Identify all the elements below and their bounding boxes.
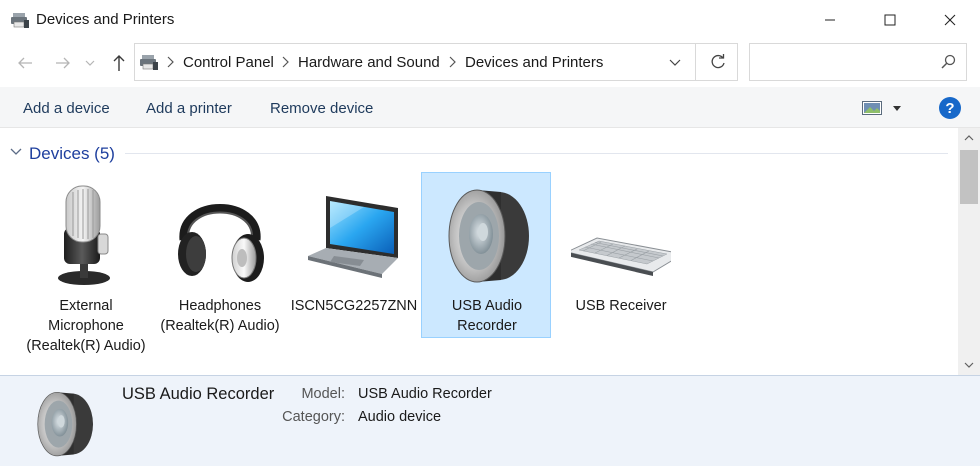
details-model-value: USB Audio Recorder [358, 386, 492, 402]
title-bar: Devices and Printers [0, 0, 980, 40]
devices-printers-icon [11, 13, 29, 28]
device-list-pane: Devices (5) External Microphone (Realtek… [0, 128, 958, 375]
breadcrumb-separator-icon [449, 56, 456, 68]
device-label: USB Receiver [575, 298, 667, 314]
refresh-icon [711, 54, 725, 69]
view-options-dropdown-icon[interactable] [891, 103, 903, 113]
remove-device-button[interactable]: Remove device [270, 100, 373, 117]
device-label: USB Audio Recorder [451, 298, 523, 334]
breadcrumb-hardware-and-sound[interactable]: Hardware and Sound [298, 54, 440, 71]
chevron-down-icon [85, 60, 95, 66]
minimize-button[interactable] [800, 0, 860, 40]
device-external-microphone[interactable]: External Microphone (Realtek(R) Audio) [20, 172, 150, 354]
laptop-icon [308, 196, 398, 278]
address-bar[interactable]: Control Panel Hardware and Sound Devices… [134, 43, 738, 81]
details-model-label: Model: [301, 386, 345, 402]
command-bar: Add a device Add a printer Remove device [0, 87, 980, 128]
group-divider [125, 153, 948, 154]
headphones-icon [178, 204, 264, 282]
minimize-icon [825, 19, 835, 21]
breadcrumb-separator-icon [167, 56, 174, 68]
details-category-label: Category: [282, 409, 345, 425]
speaker-icon [37, 391, 94, 457]
details-category-value: Audio device [358, 409, 442, 425]
help-icon[interactable]: ? [939, 97, 961, 119]
maximize-icon [884, 14, 896, 26]
details-pane: USB Audio Recorder Model: USB Audio Reco… [0, 375, 980, 466]
scroll-up-button[interactable] [958, 128, 980, 148]
navigation-bar: Control Panel Hardware and Sound Devices… [0, 40, 980, 86]
forward-button[interactable] [51, 51, 75, 75]
device-label: ISCN5CG2257ZNN [290, 298, 418, 314]
up-arrow-icon [113, 55, 125, 71]
change-view-icon[interactable] [862, 101, 882, 115]
back-button[interactable] [13, 51, 37, 75]
window-title: Devices and Printers [36, 11, 175, 28]
search-input[interactable] [749, 43, 967, 81]
up-button[interactable] [107, 51, 131, 75]
add-device-button[interactable]: Add a device [23, 100, 110, 117]
address-history-dropdown[interactable] [665, 54, 685, 72]
breadcrumb-devices-and-printers[interactable]: Devices and Printers [465, 54, 603, 71]
device-label: External Microphone (Realtek(R) Audio) [26, 298, 146, 354]
scroll-down-button[interactable] [958, 355, 980, 375]
refresh-button[interactable] [695, 44, 739, 80]
search-icon [941, 54, 956, 69]
chevron-up-icon [964, 135, 974, 141]
group-header[interactable]: Devices (5) [29, 144, 115, 164]
back-arrow-icon [18, 57, 32, 69]
keyboard-icon [571, 237, 671, 276]
recent-locations-button[interactable] [82, 51, 98, 75]
device-label: Headphones (Realtek(R) Audio) [160, 298, 280, 334]
maximize-button[interactable] [860, 0, 920, 40]
close-icon [944, 14, 956, 26]
microphone-icon [58, 185, 110, 285]
device-headphones[interactable]: Headphones (Realtek(R) Audio) [154, 172, 284, 338]
device-usb-receiver[interactable]: USB Receiver [555, 172, 685, 338]
scroll-thumb[interactable] [960, 150, 978, 204]
device-laptop[interactable]: ISCN5CG2257ZNN [288, 172, 418, 338]
speaker-icon [448, 189, 529, 283]
close-button[interactable] [920, 0, 980, 40]
add-printer-button[interactable]: Add a printer [146, 100, 232, 117]
chevron-down-icon [964, 362, 974, 368]
device-usb-audio-recorder[interactable]: USB Audio Recorder [421, 172, 551, 338]
vertical-scrollbar[interactable] [958, 128, 980, 375]
collapse-chevron-icon[interactable] [9, 147, 23, 157]
breadcrumb-control-panel[interactable]: Control Panel [183, 54, 274, 71]
breadcrumb-separator-icon [282, 56, 289, 68]
chevron-down-icon [669, 59, 681, 66]
control-panel-icon [140, 55, 158, 70]
forward-arrow-icon [56, 57, 70, 69]
